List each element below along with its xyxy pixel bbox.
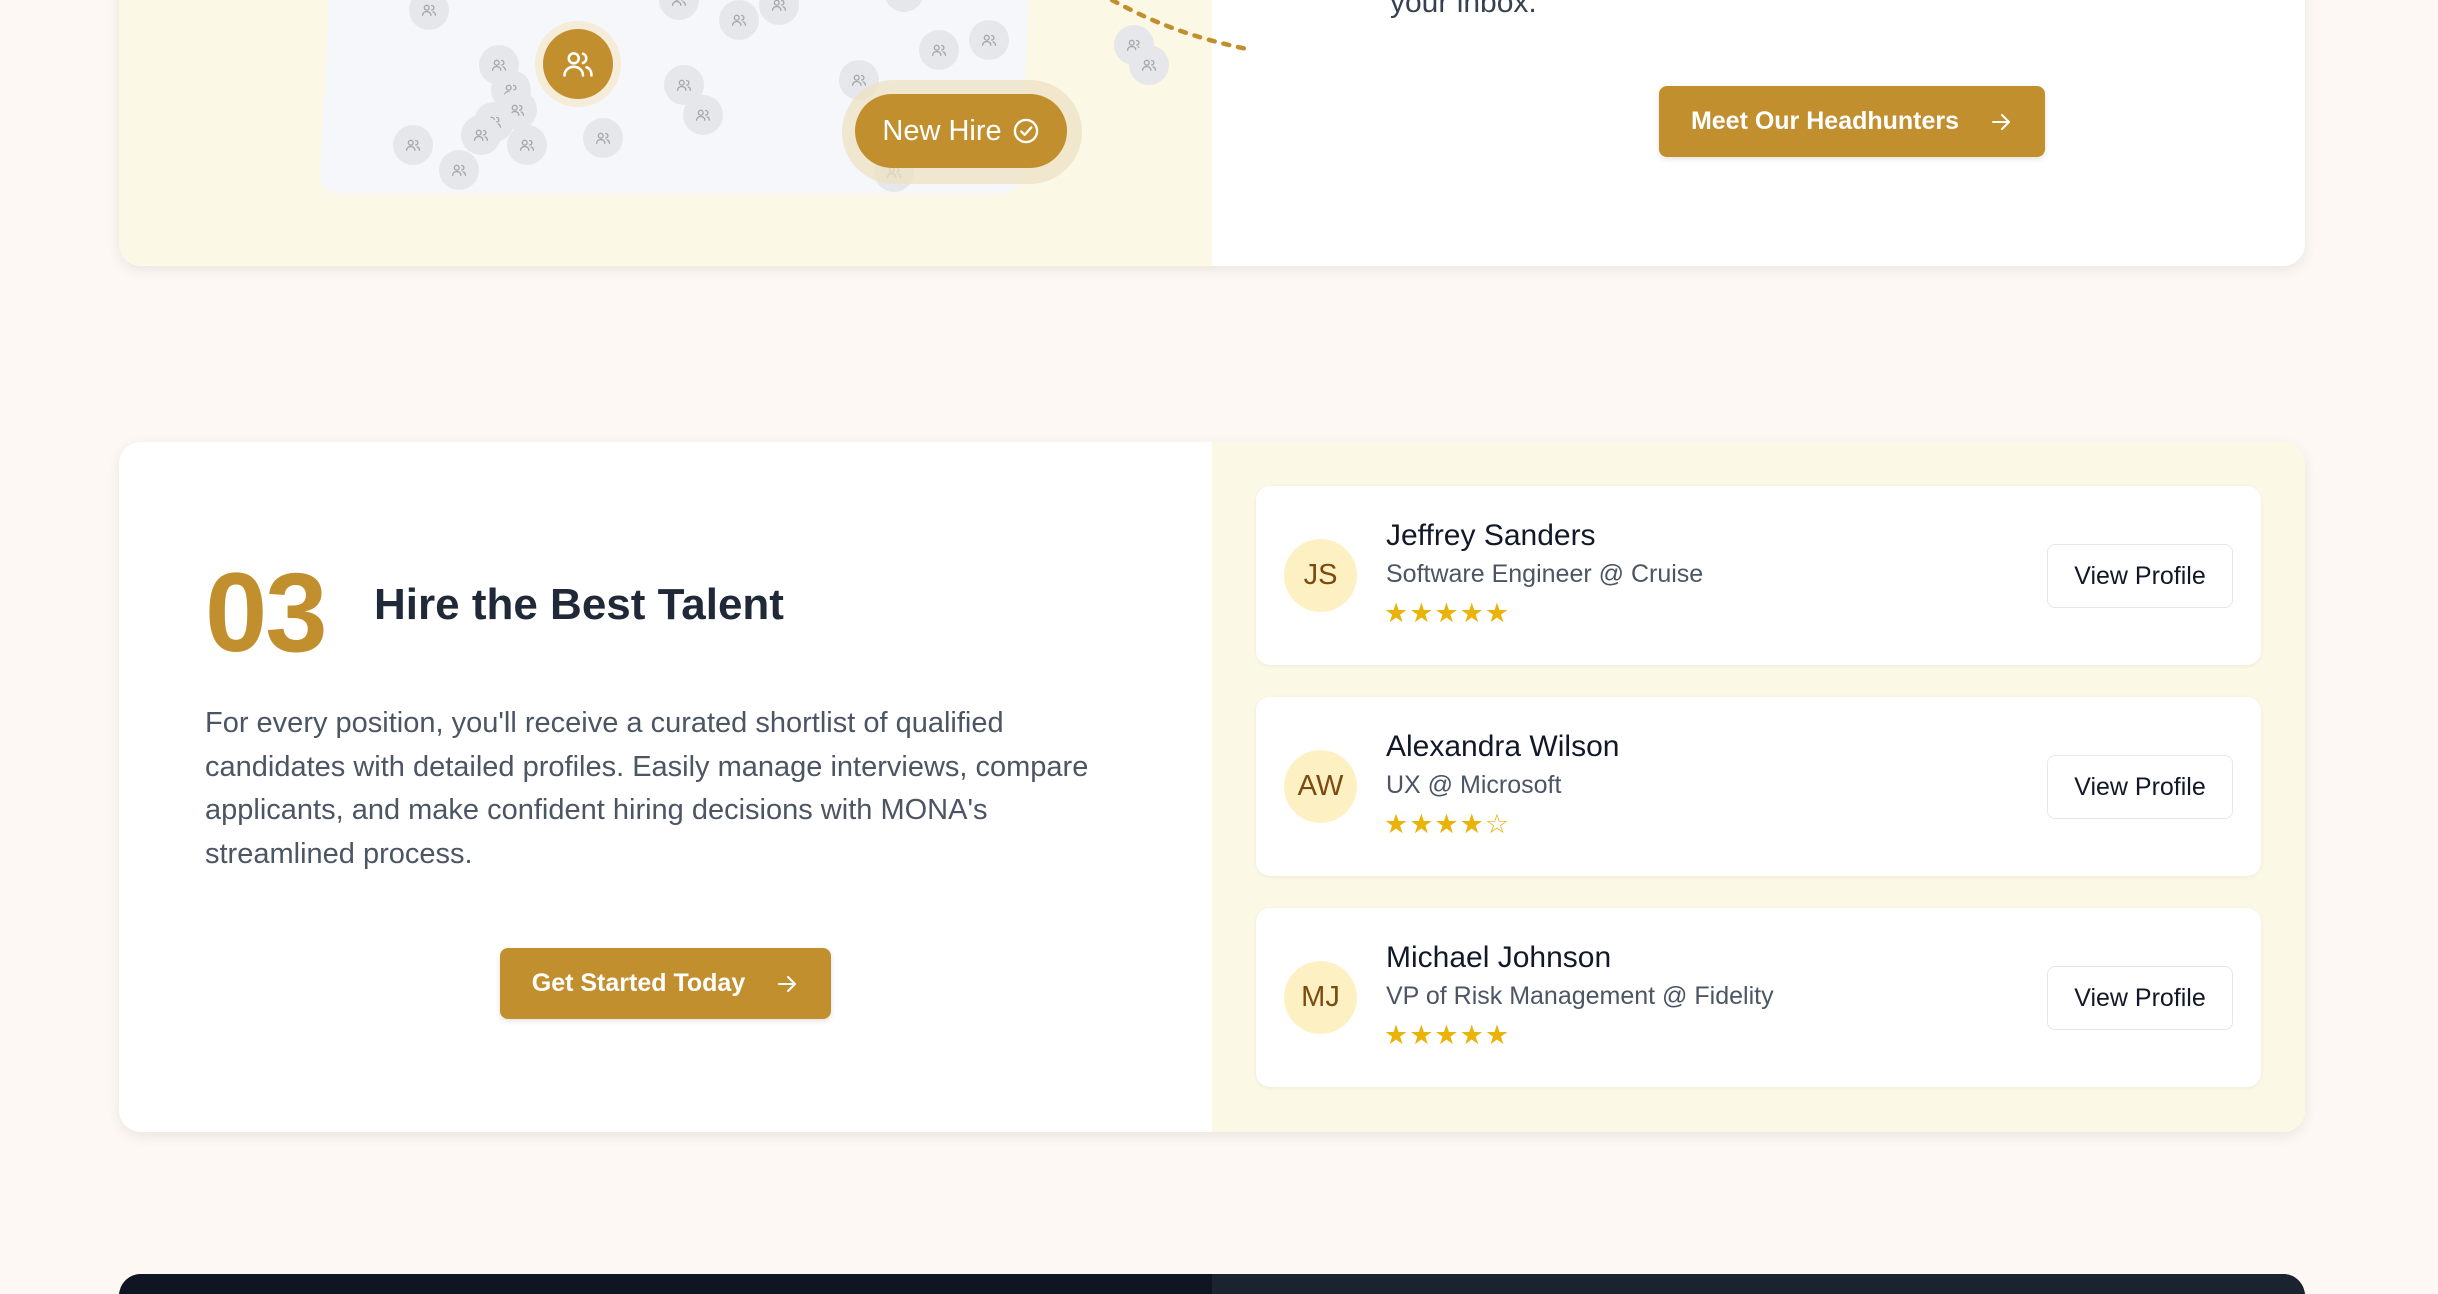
user-pair-icon	[507, 125, 547, 165]
users-icon	[543, 29, 613, 99]
user-pair-icon	[393, 125, 433, 165]
candidate-name: Jeffrey Sanders	[1386, 519, 1596, 552]
arrow-right-icon	[778, 975, 797, 992]
meet-headhunters-button[interactable]: Meet Our Headhunters	[1659, 86, 2045, 157]
star-rating: ★★★★★	[1384, 1020, 1511, 1050]
view-profile-button[interactable]: View Profile	[2047, 966, 2233, 1030]
candidate-role: Software Engineer @ Cruise	[1386, 560, 1704, 588]
get-started-label: Get Started Today	[531, 969, 746, 997]
intro-text-fragment: your inbox.	[1390, 0, 1537, 19]
hire-talent-content: 03 Hire the Best Talent For every positi…	[119, 442, 1212, 1132]
meet-headhunters-label: Meet Our Headhunters	[1690, 107, 1960, 135]
candidate-name: Alexandra Wilson	[1386, 730, 1620, 763]
candidate-role: UX @ Microsoft	[1386, 771, 1562, 799]
candidate-shortlist: JS Jeffrey Sanders Software Engineer @ C…	[1212, 442, 2305, 1132]
candidate-card: JS Jeffrey Sanders Software Engineer @ C…	[1256, 486, 2261, 665]
view-profile-button[interactable]: View Profile	[2047, 755, 2233, 819]
user-pair-icon	[583, 118, 623, 158]
new-hire-label: New Hire	[882, 114, 1002, 147]
section-description: For every position, you'll receive a cur…	[205, 707, 1089, 870]
headhunters-content: your inbox. Meet Our Headhunters	[1212, 0, 2305, 266]
star-rating: ★★★★☆	[1384, 809, 1511, 839]
view-profile-button[interactable]: View Profile	[2047, 544, 2233, 608]
hire-talent-section: 03 Hire the Best Talent For every positi…	[119, 442, 2305, 1132]
candidate-card: MJ Michael Johnson VP of Risk Management…	[1256, 908, 2261, 1087]
check-circle-icon	[1013, 118, 1038, 144]
avatar: AW	[1284, 750, 1357, 823]
candidate-name: Michael Johnson	[1386, 941, 1612, 974]
step-number: 03	[205, 550, 328, 675]
dark-panel-left	[119, 1274, 1212, 1294]
user-pair-icon	[969, 20, 1009, 60]
get-started-button[interactable]: Get Started Today	[500, 948, 831, 1019]
user-pair-icon	[461, 115, 501, 155]
candidate-role: VP of Risk Management @ Fidelity	[1386, 982, 1774, 1010]
user-pair-icon	[719, 0, 759, 40]
candidate-card: AW Alexandra Wilson UX @ Microsoft ★★★★☆…	[1256, 697, 2261, 876]
user-pair-icon	[919, 30, 959, 70]
users-hub	[535, 21, 621, 107]
new-hire-badge: New Hire	[855, 94, 1067, 168]
avatar: MJ	[1284, 961, 1357, 1034]
user-pair-icon	[683, 95, 723, 135]
user-pair-icon	[439, 150, 479, 190]
arrow-right-icon	[1992, 113, 2011, 130]
dark-panel-right	[1212, 1274, 2305, 1294]
network-illustration: New Hire	[119, 0, 1212, 266]
next-section-dark	[119, 1274, 2305, 1294]
section-title: Hire the Best Talent	[374, 580, 784, 629]
star-rating: ★★★★★	[1384, 598, 1511, 628]
connector-dashed-curve	[1109, 0, 1255, 53]
avatar: JS	[1284, 539, 1357, 612]
